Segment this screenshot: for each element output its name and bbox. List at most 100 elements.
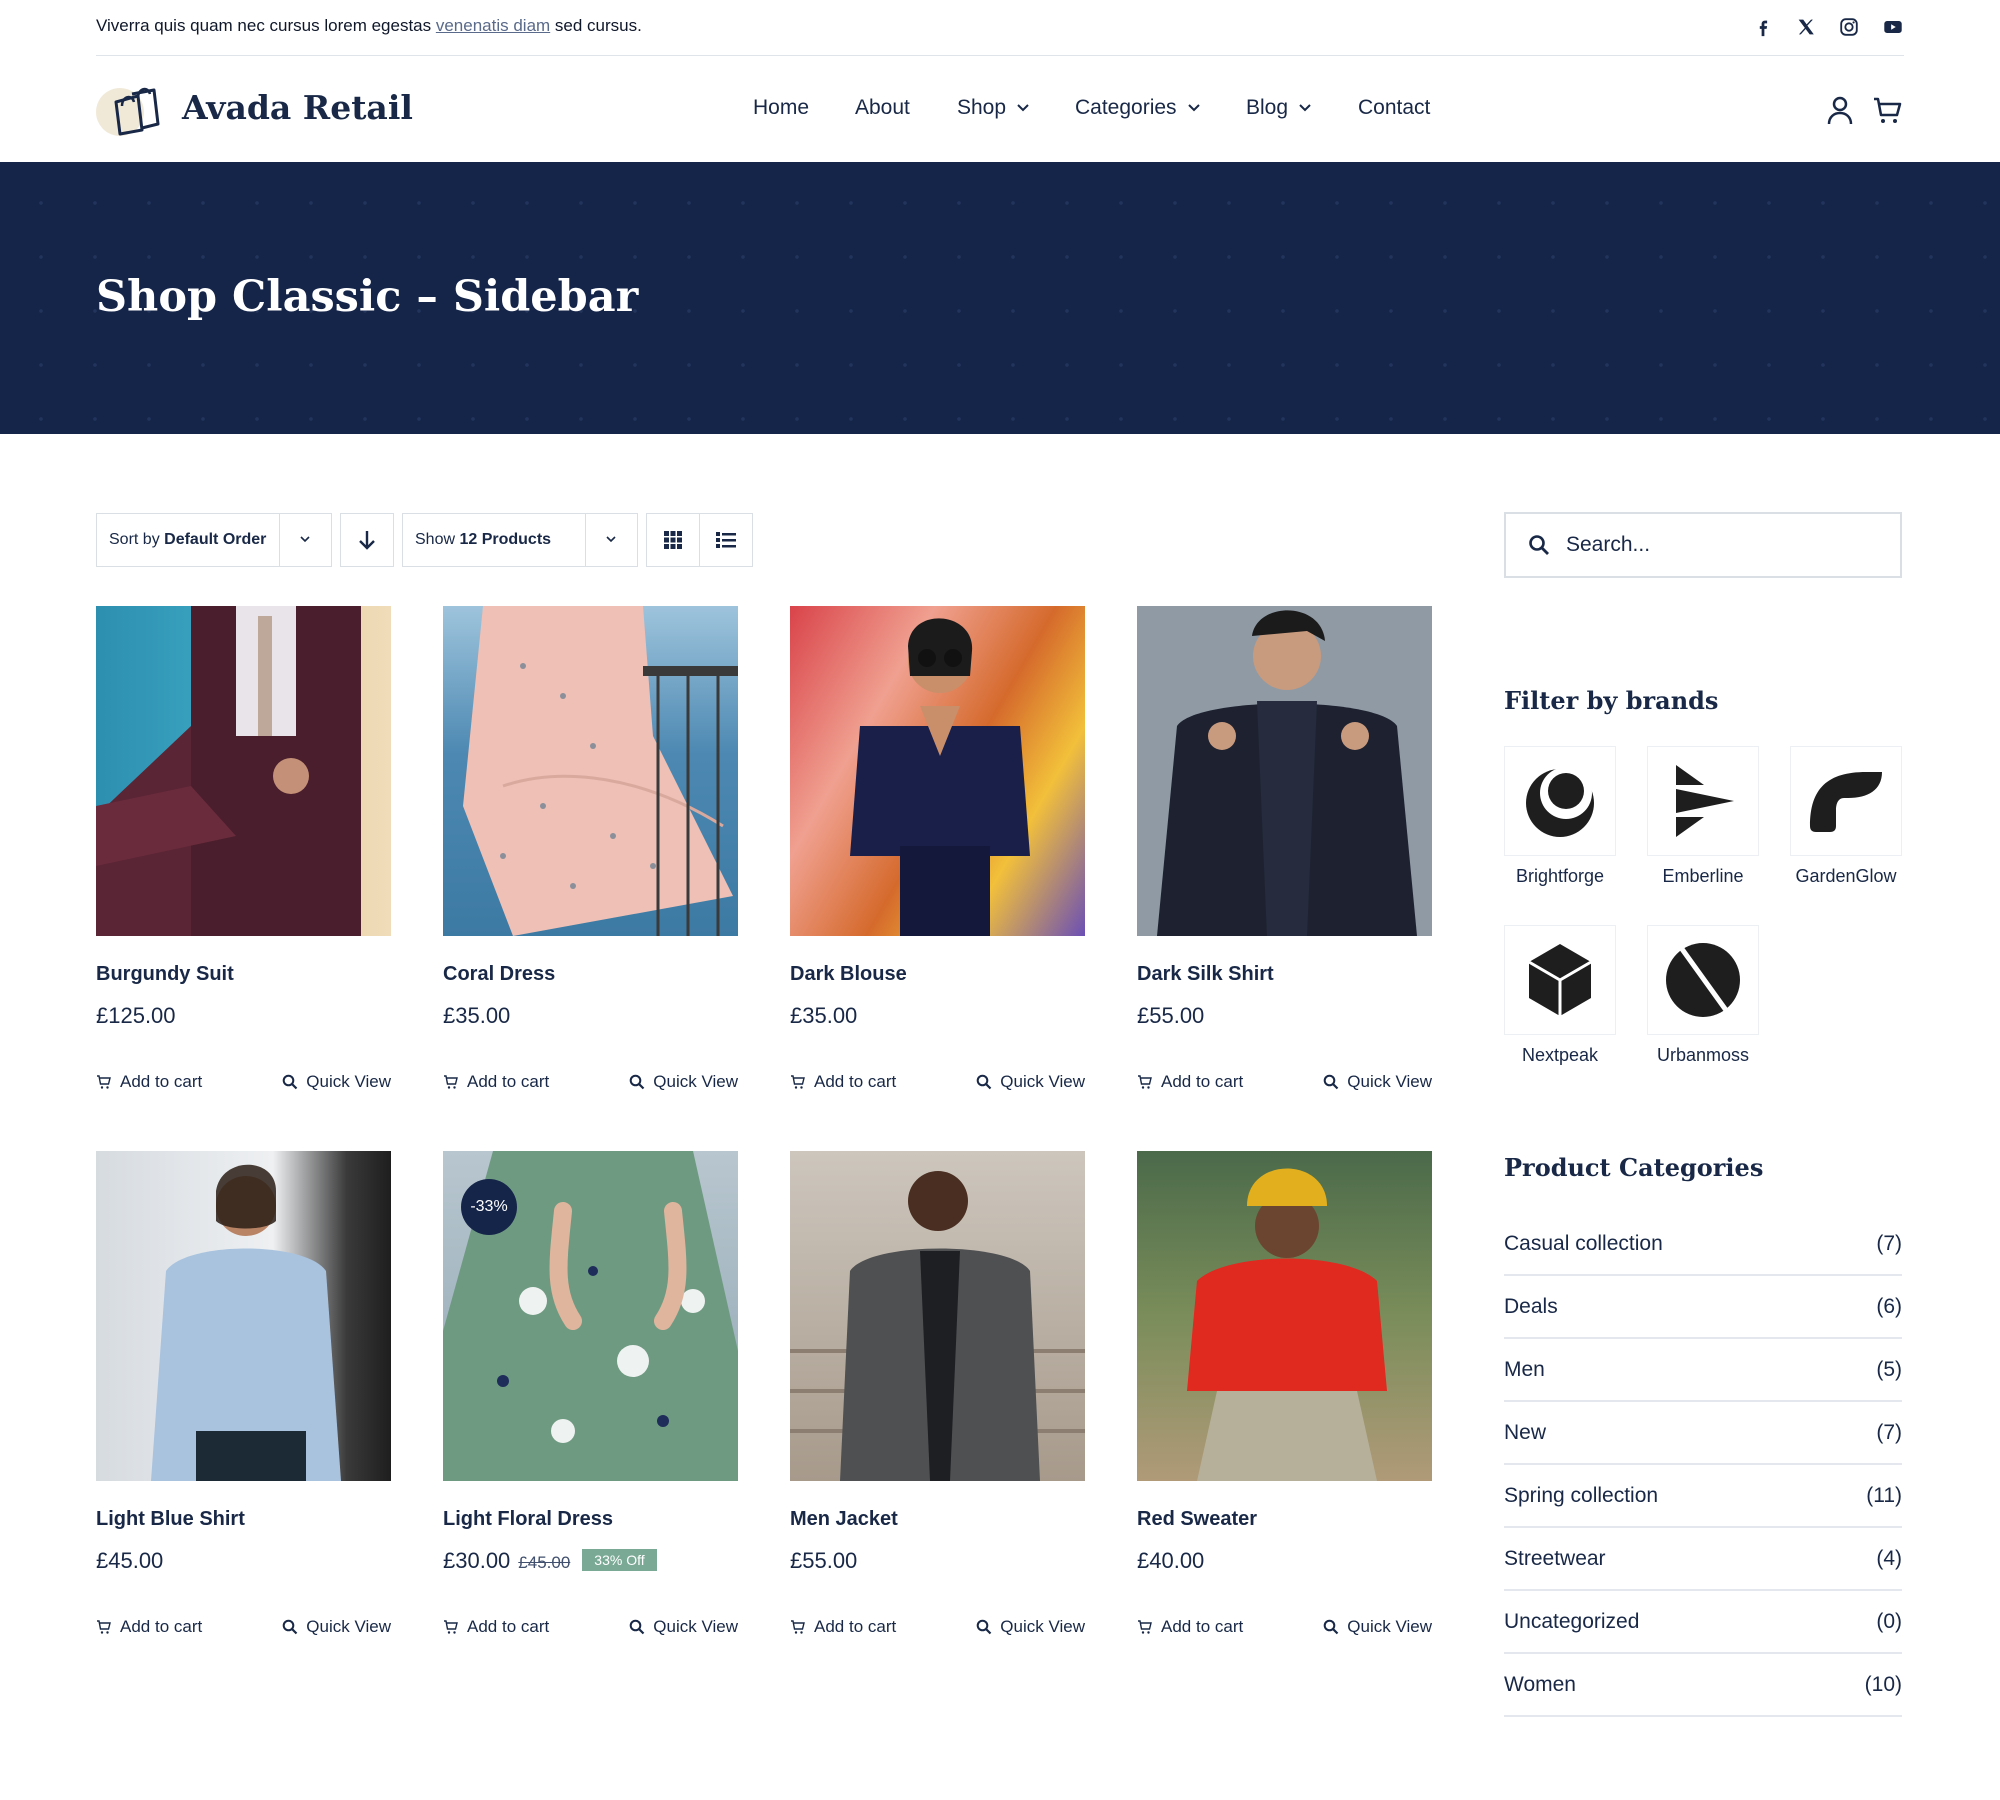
logo-icon[interactable]	[96, 84, 168, 138]
add-to-cart-button[interactable]: Add to cart	[443, 1617, 549, 1637]
emberline-logo-icon	[1676, 765, 1734, 837]
chevron-down-icon	[1017, 104, 1029, 112]
add-to-cart-button[interactable]: Add to cart	[96, 1617, 202, 1637]
category-count: (10)	[1864, 1672, 1902, 1696]
category-count: (5)	[1876, 1357, 1902, 1381]
category-count: (6)	[1876, 1294, 1902, 1318]
brightforge-logo-icon	[1526, 767, 1594, 837]
categories-title: Product Categories	[1504, 1153, 1764, 1182]
product-card[interactable]: Coral Dress £35.00 Add to cart Quick Vie…	[443, 606, 738, 1091]
product-card[interactable]: -33% Light Floral Dress £30.00 £45.00 33% …	[443, 1151, 738, 1636]
add-to-cart-button[interactable]: Add to cart	[790, 1617, 896, 1637]
list-view-button[interactable]	[699, 514, 752, 566]
add-to-cart-button[interactable]: Add to cart	[1137, 1617, 1243, 1637]
category-item[interactable]: Deals (6)	[1504, 1276, 1902, 1339]
quick-view-button[interactable]: Quick View	[1323, 1072, 1432, 1092]
brand-gardenglow[interactable]: GardenGlow	[1790, 746, 1902, 887]
quick-view-button[interactable]: Quick View	[629, 1072, 738, 1092]
x-icon[interactable]	[1795, 16, 1817, 38]
product-card[interactable]: Light Blue Shirt £45.00 Add to cart Quic…	[96, 1151, 391, 1636]
product-name[interactable]: Light Floral Dress	[443, 1508, 613, 1531]
search-icon	[282, 1074, 298, 1090]
search-input[interactable]: Search...	[1504, 512, 1902, 578]
product-image[interactable]	[96, 1151, 391, 1481]
product-name[interactable]: Dark Blouse	[790, 963, 907, 986]
product-price: £125.00	[96, 1003, 176, 1028]
product-image[interactable]: -33%	[443, 1151, 738, 1481]
grid-view-button[interactable]	[647, 514, 699, 566]
category-item[interactable]: Streetwear (4)	[1504, 1528, 1902, 1591]
instagram-icon[interactable]	[1838, 16, 1860, 38]
category-item[interactable]: Spring collection (11)	[1504, 1465, 1902, 1528]
product-name[interactable]: Coral Dress	[443, 963, 555, 986]
product-name[interactable]: Red Sweater	[1137, 1508, 1257, 1531]
product-name[interactable]: Light Blue Shirt	[96, 1508, 245, 1531]
nav-categories[interactable]: Categories	[1075, 96, 1201, 120]
search-placeholder: Search...	[1566, 533, 1651, 556]
brand-brightforge[interactable]: Brightforge	[1504, 746, 1616, 887]
product-image[interactable]	[790, 606, 1085, 936]
quick-view-button[interactable]: Quick View	[282, 1617, 391, 1637]
add-to-cart-button[interactable]: Add to cart	[443, 1072, 549, 1092]
brand-urbanmoss[interactable]: Urbanmoss	[1647, 925, 1759, 1066]
quick-view-button[interactable]: Quick View	[629, 1617, 738, 1637]
nav-contact[interactable]: Contact	[1358, 96, 1430, 120]
page-hero: Shop Classic – Sidebar	[0, 162, 2000, 434]
show-count-select[interactable]: Show 12 Products	[402, 513, 638, 567]
cart-icon	[1138, 1075, 1152, 1089]
product-name[interactable]: Dark Silk Shirt	[1137, 963, 1274, 986]
logo-text[interactable]: Avada Retail	[182, 88, 413, 127]
facebook-icon[interactable]	[1752, 16, 1774, 38]
product-image[interactable]	[1137, 606, 1432, 936]
product-image[interactable]	[96, 606, 391, 936]
nav-about[interactable]: About	[855, 96, 910, 120]
show-count-label: Show 12 Products	[415, 531, 552, 548]
category-item[interactable]: Casual collection (7)	[1504, 1213, 1902, 1276]
product-image[interactable]	[443, 606, 738, 936]
add-to-cart-button[interactable]: Add to cart	[790, 1072, 896, 1092]
product-price: £30.00 £45.00 33% Off	[443, 1548, 657, 1574]
nav-blog[interactable]: Blog	[1246, 96, 1312, 120]
add-to-cart-button[interactable]: Add to cart	[96, 1072, 202, 1092]
cart-icon[interactable]	[1872, 94, 1904, 126]
category-item[interactable]: Women (10)	[1504, 1654, 1902, 1717]
youtube-icon[interactable]	[1882, 16, 1904, 38]
nav-shop[interactable]: Shop	[957, 96, 1030, 120]
product-price: £55.00	[1137, 1003, 1205, 1028]
category-item[interactable]: New (7)	[1504, 1402, 1902, 1465]
product-name[interactable]: Men Jacket	[790, 1508, 898, 1531]
product-card[interactable]: Men Jacket £55.00 Add to cart Quick View	[790, 1151, 1085, 1636]
topbar-link[interactable]: venenatis diam	[436, 16, 550, 35]
add-to-cart-button[interactable]: Add to cart	[1137, 1072, 1243, 1092]
sort-direction-button[interactable]	[340, 513, 394, 567]
quick-view-button[interactable]: Quick View	[282, 1072, 391, 1092]
cart-icon	[444, 1620, 458, 1634]
old-price: £45.00	[518, 1553, 571, 1572]
product-image[interactable]	[1137, 1151, 1432, 1481]
category-count: (7)	[1876, 1420, 1902, 1444]
brand-nextpeak[interactable]: Nextpeak	[1504, 925, 1616, 1066]
product-card[interactable]: Red Sweater £40.00 Add to cart Quick Vie…	[1137, 1151, 1432, 1636]
category-count: (7)	[1876, 1231, 1902, 1255]
sort-select[interactable]: Sort by Default Order	[96, 513, 332, 567]
product-card[interactable]: Dark Silk Shirt £55.00 Add to cart Quick…	[1137, 606, 1432, 1091]
search-icon	[976, 1074, 992, 1090]
product-image[interactable]	[790, 1151, 1085, 1481]
nextpeak-logo-icon	[1528, 944, 1592, 1016]
quick-view-button[interactable]: Quick View	[1323, 1617, 1432, 1637]
search-icon	[1323, 1619, 1339, 1635]
grid-icon	[664, 531, 682, 549]
product-name[interactable]: Burgundy Suit	[96, 963, 234, 986]
nav-home[interactable]: Home	[753, 96, 809, 120]
product-card[interactable]: Burgundy Suit £125.00 Add to cart Quick …	[96, 606, 391, 1091]
product-card[interactable]: Dark Blouse £35.00 Add to cart Quick Vie…	[790, 606, 1085, 1091]
cart-icon	[791, 1620, 805, 1634]
category-count: (0)	[1876, 1609, 1902, 1633]
category-item[interactable]: Men (5)	[1504, 1339, 1902, 1402]
brand-emberline[interactable]: Emberline	[1647, 746, 1759, 887]
user-account-icon[interactable]	[1824, 94, 1856, 126]
quick-view-button[interactable]: Quick View	[976, 1072, 1085, 1092]
quick-view-button[interactable]: Quick View	[976, 1617, 1085, 1637]
cart-icon	[1138, 1620, 1152, 1634]
category-item[interactable]: Uncategorized (0)	[1504, 1591, 1902, 1654]
